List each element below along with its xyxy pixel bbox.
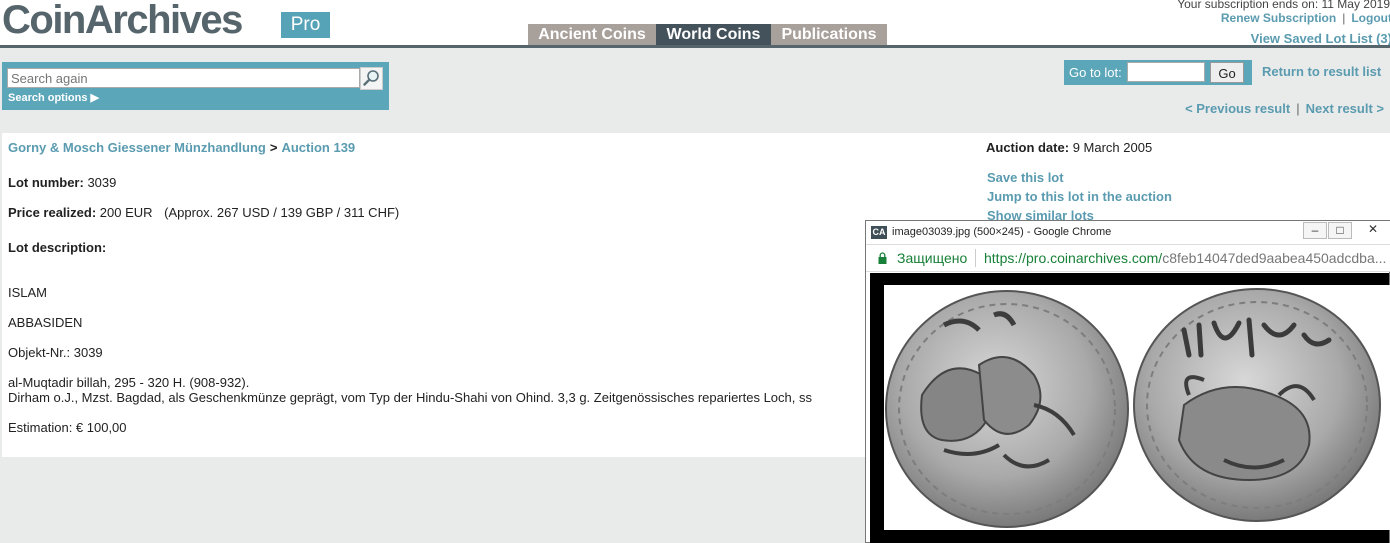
coin-image	[884, 285, 1390, 530]
url-path: c8feb14047ded9aabea450adcdba...	[1162, 250, 1387, 266]
site-logo[interactable]: CoinArchives	[2, 0, 243, 43]
go-button[interactable]: Go	[1210, 62, 1244, 83]
previous-result-link[interactable]: < Previous result	[1185, 101, 1290, 116]
jump-to-lot-link[interactable]: Jump to this lot in the auction	[987, 189, 1172, 204]
search-button[interactable]	[360, 67, 383, 90]
price-approx: (Approx. 267 USD / 139 GBP / 311 CHF)	[164, 205, 400, 220]
lock-icon	[878, 252, 887, 264]
maximize-icon[interactable]: □	[1328, 222, 1352, 239]
subscription-status: Your subscription ends on: 11 May 2019	[1177, 0, 1390, 11]
description-line: ABBASIDEN	[8, 315, 83, 330]
goto-lot-input[interactable]	[1127, 62, 1205, 82]
lot-number-value: 3039	[87, 175, 117, 190]
coin-image-graphic	[885, 288, 1381, 528]
magnifier-icon	[363, 70, 379, 86]
search-input[interactable]	[7, 68, 360, 88]
tab-publications[interactable]: Publications	[771, 24, 887, 45]
breadcrumb: Gorny & Mosch Giessener Münzhandlung > Auc…	[8, 140, 355, 155]
lot-number-label: Lot number:	[8, 175, 84, 190]
breadcrumb-separator: >	[269, 140, 278, 155]
account-links: Renew Subscription | Logout	[1221, 11, 1390, 25]
address-bar[interactable]: Защищено https://pro.coinarchives.com/c8…	[866, 245, 1390, 272]
description-line: ISLAM	[8, 285, 48, 300]
price-realized-row: Price realized: 200 EUR (Approx. 267 USD…	[8, 205, 399, 220]
close-icon[interactable]: ✕	[1361, 222, 1385, 239]
header-divider	[0, 45, 1390, 48]
auction-date-value: 9 March 2005	[1072, 140, 1153, 155]
site-header: CoinArchives Pro Ancient Coins World Coi…	[0, 0, 1390, 48]
coinarchives-app-icon: CA	[871, 226, 887, 239]
logout-link[interactable]: Logout	[1351, 11, 1390, 25]
result-navigation: < Previous result | Next result >	[1185, 101, 1384, 116]
description-line: al-Muqtadir billah, 295 - 320 H. (908-93…	[8, 375, 250, 390]
search-options-link[interactable]: Search options ▶	[8, 91, 99, 104]
secure-label: Защищено	[897, 250, 968, 266]
image-viewport	[870, 273, 1390, 543]
renew-subscription-link[interactable]: Renew Subscription	[1221, 11, 1336, 25]
url-host: https://pro.coinarchives.com/c8feb14047d…	[984, 250, 1386, 266]
tab-ancient-coins[interactable]: Ancient Coins	[528, 24, 656, 45]
goto-lot-panel: Go to lot: Go	[1064, 60, 1252, 85]
coin-reverse	[1133, 288, 1381, 522]
result-nav-separator: |	[1296, 101, 1300, 116]
lot-number-row: Lot number: 3039	[8, 175, 116, 190]
auction-house-link[interactable]: Gorny & Mosch Giessener Münzhandlung	[8, 140, 266, 155]
price-value: 200 EUR	[99, 205, 153, 220]
view-saved-lot-list-link[interactable]: View Saved Lot List (3)	[1251, 31, 1390, 46]
auction-date-label: Auction date:	[986, 140, 1070, 155]
description-line: Objekt-Nr.: 3039	[8, 345, 103, 360]
goto-lot-label: Go to lot:	[1069, 65, 1122, 80]
auction-date-row: Auction date: 9 March 2005	[986, 140, 1152, 155]
search-panel: Search options ▶	[2, 62, 389, 110]
estimation-line: Estimation: € 100,00	[8, 420, 127, 435]
coin-obverse	[885, 290, 1129, 528]
popup-window-title: image03039.jpg (500×245) - Google Chrome	[892, 226, 1112, 238]
price-label: Price realized:	[8, 205, 97, 220]
lot-description-label: Lot description:	[8, 240, 107, 255]
pro-badge: Pro	[281, 12, 330, 38]
image-popup-window[interactable]: CA image03039.jpg (500×245) - Google Chr…	[865, 220, 1390, 543]
return-to-result-list-link[interactable]: Return to result list	[1262, 64, 1381, 79]
popup-title-bar[interactable]: CA image03039.jpg (500×245) - Google Chr…	[866, 221, 1390, 245]
next-result-link[interactable]: Next result >	[1306, 101, 1384, 116]
tab-world-coins[interactable]: World Coins	[656, 24, 771, 45]
address-separator	[975, 249, 976, 267]
auction-link[interactable]: Auction 139	[281, 140, 355, 155]
minimize-icon[interactable]: –	[1303, 222, 1327, 239]
link-separator: |	[1342, 11, 1346, 25]
url-host-text: https://pro.coinarchives.com/	[984, 250, 1163, 266]
save-lot-link[interactable]: Save this lot	[987, 170, 1064, 185]
description-line: Dirham o.J., Mzst. Bagdad, als Geschenkm…	[8, 390, 812, 405]
